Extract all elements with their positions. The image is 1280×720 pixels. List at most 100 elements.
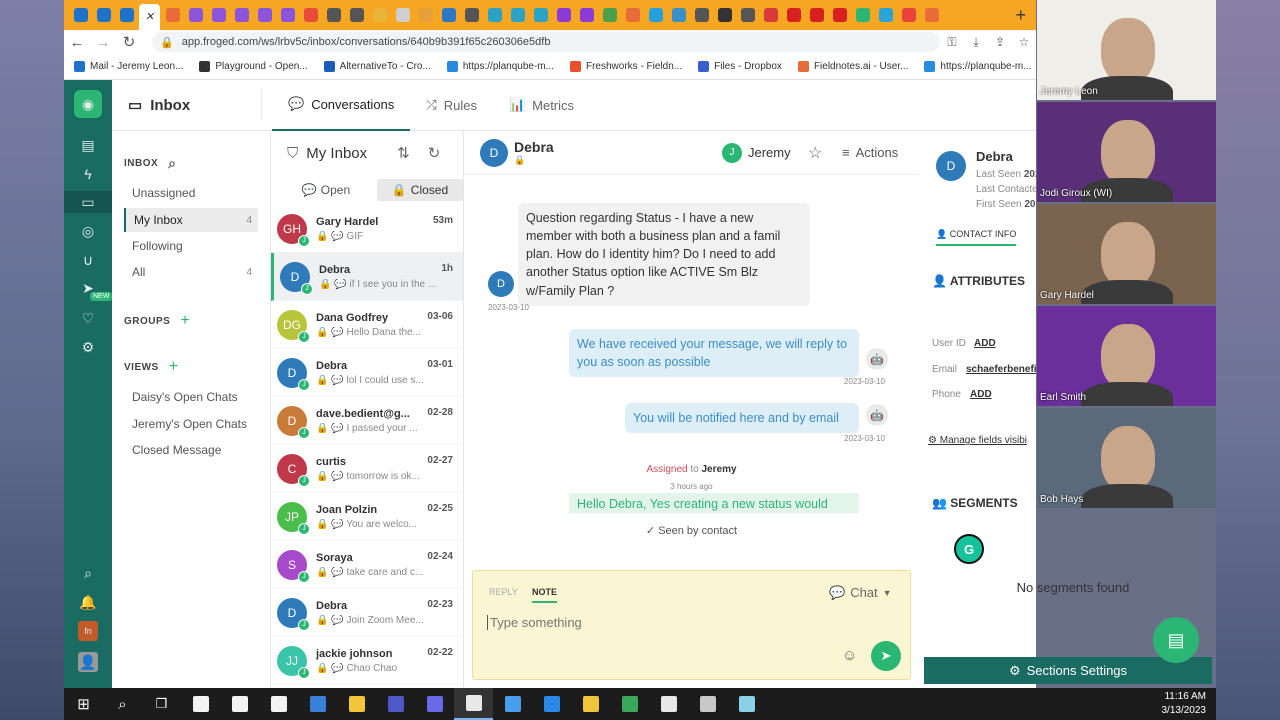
channel-select[interactable]: 💬 Chat ▼ [829,585,892,601]
manage-fields-link[interactable]: ⚙ Manage fields visibi [928,435,1027,446]
browser-tab[interactable] [875,5,896,26]
taskbar-app-icon[interactable] [376,688,415,720]
sidebar-item-unassigned[interactable]: Unassigned [124,181,258,205]
taskbar-app-icon[interactable] [610,688,649,720]
browser-tab[interactable] [898,5,919,26]
browser-tab[interactable] [806,5,827,26]
browser-tab[interactable] [530,5,551,26]
taskbar-app-icon[interactable] [493,688,532,720]
forward-icon[interactable]: → [90,34,116,51]
contact-avatar[interactable]: D [480,138,508,167]
browser-tab[interactable] [116,5,137,26]
add-phone-link[interactable]: ADD [970,389,992,400]
tab-contact-info[interactable]: 👤 CONTACT INFO [936,229,1017,246]
emoji-icon[interactable]: ☺ [842,647,857,664]
taskbar-app-icon[interactable] [688,688,727,720]
bolt-icon[interactable]: ϟ [78,164,98,184]
browser-tab[interactable] [553,5,574,26]
taskbar-app-icon[interactable] [220,688,259,720]
browser-tab[interactable] [369,5,390,26]
browser-tab[interactable] [645,5,666,26]
bookmark-item[interactable]: Files - Dropbox [698,61,782,72]
user-avatar-icon[interactable]: 👤 [78,652,98,672]
browser-tab[interactable] [162,5,183,26]
add-group-icon[interactable]: + [180,312,190,330]
browser-tab[interactable] [829,5,850,26]
taskbar-app-icon[interactable] [259,688,298,720]
browser-tab[interactable] [921,5,942,26]
key-icon[interactable]: ⚿ [940,35,964,50]
bookmark-item[interactable]: https://planqube-m... [446,61,554,72]
browser-tab[interactable] [691,5,712,26]
tab-note[interactable]: NOTE [532,587,558,603]
browser-tab[interactable] [783,5,804,26]
conversation-item[interactable]: JJ Jjackie johnson 🔒 💬 Chao Chao 02-22 [271,637,463,685]
bookmark-item[interactable]: Playground - Open... [199,61,308,72]
email-value[interactable]: schaeferbenefit [966,364,1036,375]
bookmark-item[interactable]: Fieldnotes.ai - User... [797,61,908,72]
browser-tab[interactable] [277,5,298,26]
taskbar-app-icon[interactable] [532,688,571,720]
sidebar-item-following[interactable]: Following [124,234,258,258]
bookmark-item[interactable]: AlternativeTo - Cro... [323,61,431,72]
message-input[interactable] [487,615,887,630]
share-icon[interactable]: ⇪ [988,35,1012,49]
taskbar-app-icon[interactable] [649,688,688,720]
send-button[interactable]: ➤ [871,641,901,671]
conversation-item[interactable]: DG J Dana Godfrey 🔒 💬 Hello Dana the... 03-0… [271,301,463,349]
magnet-icon[interactable]: ∪ [78,250,98,270]
tab-metrics[interactable]: 📊 Metrics [493,80,590,131]
sort-icon[interactable]: ⇅ [397,144,410,162]
view-item[interactable]: Closed Message [124,438,258,462]
browser-tab[interactable] [415,5,436,26]
tab-open[interactable]: 💬 Open [279,179,373,201]
browser-tab[interactable] [714,5,735,26]
browser-tab[interactable] [507,5,528,26]
conversation-item[interactable]: JP J Joan Polzin 🔒 💬 You are welco... 02-25 [271,493,463,541]
task-view-icon[interactable]: ❐ [142,688,181,720]
browser-tab[interactable] [438,5,459,26]
windows-start-icon[interactable]: ⊞ [64,688,103,720]
bookmark-item[interactable]: Mail - Jeremy Leon... [74,61,183,72]
browser-tab[interactable] [185,5,206,26]
add-user-id-link[interactable]: ADD [974,338,996,349]
browser-tab[interactable] [599,5,620,26]
browser-tab[interactable] [231,5,252,26]
inbox-icon[interactable]: ▭ [64,191,112,213]
tab-rules[interactable]: ⤮ Rules [410,80,493,131]
conversation-item[interactable]: D J Debra 🔒 💬 Join Zoom Mee... 02-23 [271,589,463,637]
bookmark-item[interactable]: Freshworks - Fieldn... [569,61,682,72]
sidebar-item-all[interactable]: All 4 [124,260,258,284]
browser-tab[interactable] [852,5,873,26]
star-bookmark-icon[interactable]: ☆ [1012,35,1036,49]
conversation-item[interactable]: D Jdave.bedient@g... 🔒 💬 I passed your ...… [271,397,463,445]
refresh-icon[interactable]: ↻ [428,144,441,162]
filter-icon[interactable]: ⛉ [287,145,298,162]
tab-closed[interactable]: 🔒 Closed [377,179,463,201]
install-icon[interactable]: ⤓ [964,35,988,50]
contacts-icon[interactable]: ▤ [78,135,98,155]
bell-icon[interactable]: 🔔 [78,592,98,612]
taskbar-app-icon[interactable] [415,688,454,720]
clock[interactable]: 11:16 AM 3/13/2023 [1162,690,1207,718]
taskbar-app-icon[interactable] [727,688,766,720]
sidebar-item-my-inbox[interactable]: My Inbox 4 [124,208,258,232]
settings-icon[interactable]: ⚙ [78,337,98,357]
grammarly-icon[interactable]: G [954,534,984,564]
browser-tab[interactable] [737,5,758,26]
browser-tab[interactable] [668,5,689,26]
conversation-item[interactable]: S J Soraya 🔒 💬 take care and c... 02-24 [271,541,463,589]
froged-logo-icon[interactable]: ◉ [74,90,102,118]
browser-tab[interactable] [323,5,344,26]
browser-tab[interactable] [760,5,781,26]
browser-tab[interactable] [484,5,505,26]
browser-tab[interactable] [346,5,367,26]
search-icon[interactable]: ⌕ [78,563,98,583]
close-tab-icon[interactable]: ✕ [143,10,157,24]
taskbar-app-icon[interactable] [337,688,376,720]
view-item[interactable]: Daisy's Open Chats [124,385,258,409]
new-tab-icon[interactable]: + [1015,5,1026,26]
active-browser-tab[interactable]: ✕ [139,4,160,30]
assignee[interactable]: J Jeremy [722,142,791,163]
star-icon[interactable]: ☆ [808,143,822,163]
